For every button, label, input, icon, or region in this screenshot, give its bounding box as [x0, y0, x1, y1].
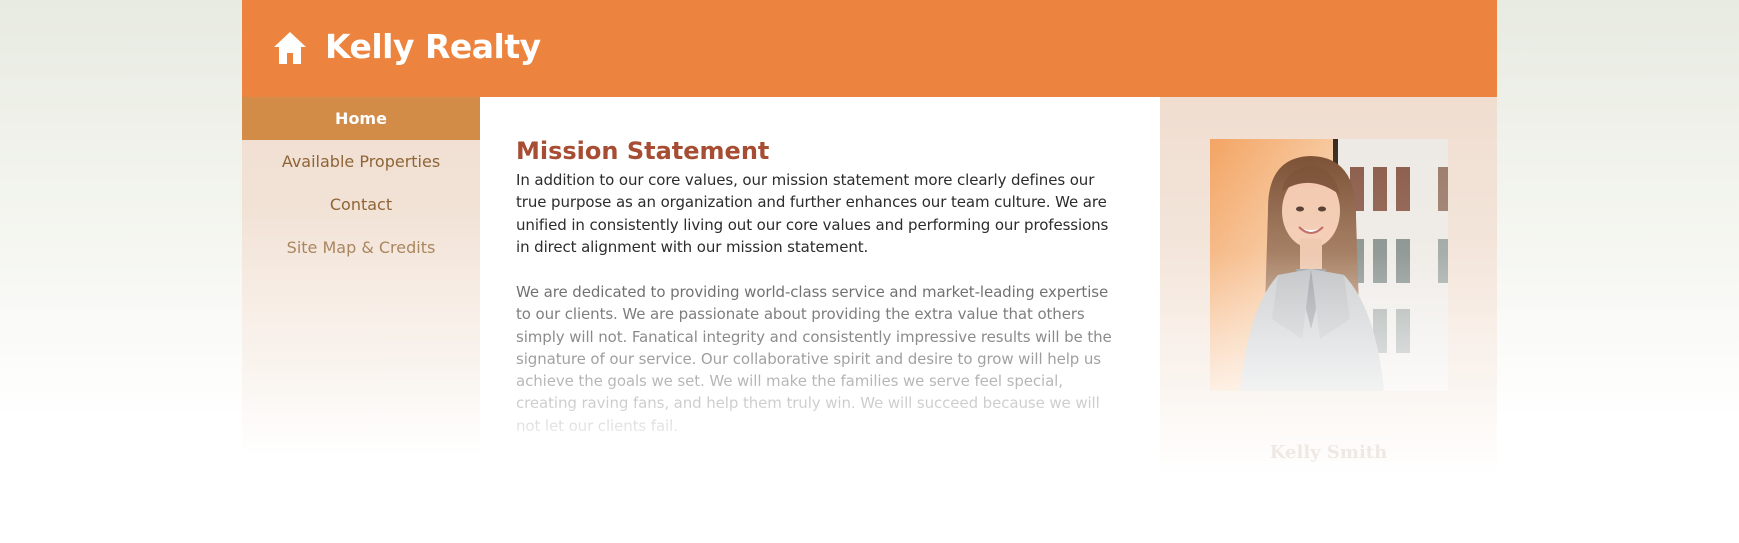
- house-icon: [274, 32, 306, 64]
- agent-name: Kelly Smith: [1269, 442, 1388, 463]
- agent-profile: Kelly Smith: [1160, 97, 1497, 477]
- nav-item-home[interactable]: Home: [242, 97, 480, 140]
- nav-item-available-properties[interactable]: Available Properties: [242, 140, 480, 183]
- mission-paragraph-1: In addition to our core values, our miss…: [516, 171, 1109, 256]
- mission-paragraph-2: We are dedicated to providing world-clas…: [516, 281, 1116, 437]
- nav-item-contact[interactable]: Contact: [242, 183, 480, 226]
- site-title[interactable]: Kelly Realty: [325, 27, 541, 66]
- agent-portrait-photo: [1210, 139, 1448, 391]
- page-frame: Kelly Realty Home Available Properties C…: [242, 0, 1497, 543]
- main-content: Mission Statement In addition to our cor…: [480, 97, 1160, 457]
- sidebar-nav: Home Available Properties Contact Site M…: [242, 97, 480, 457]
- page-title: Mission Statement: [516, 137, 770, 165]
- site-header: Kelly Realty: [242, 0, 1497, 97]
- nav-item-site-map-credits[interactable]: Site Map & Credits: [242, 226, 480, 269]
